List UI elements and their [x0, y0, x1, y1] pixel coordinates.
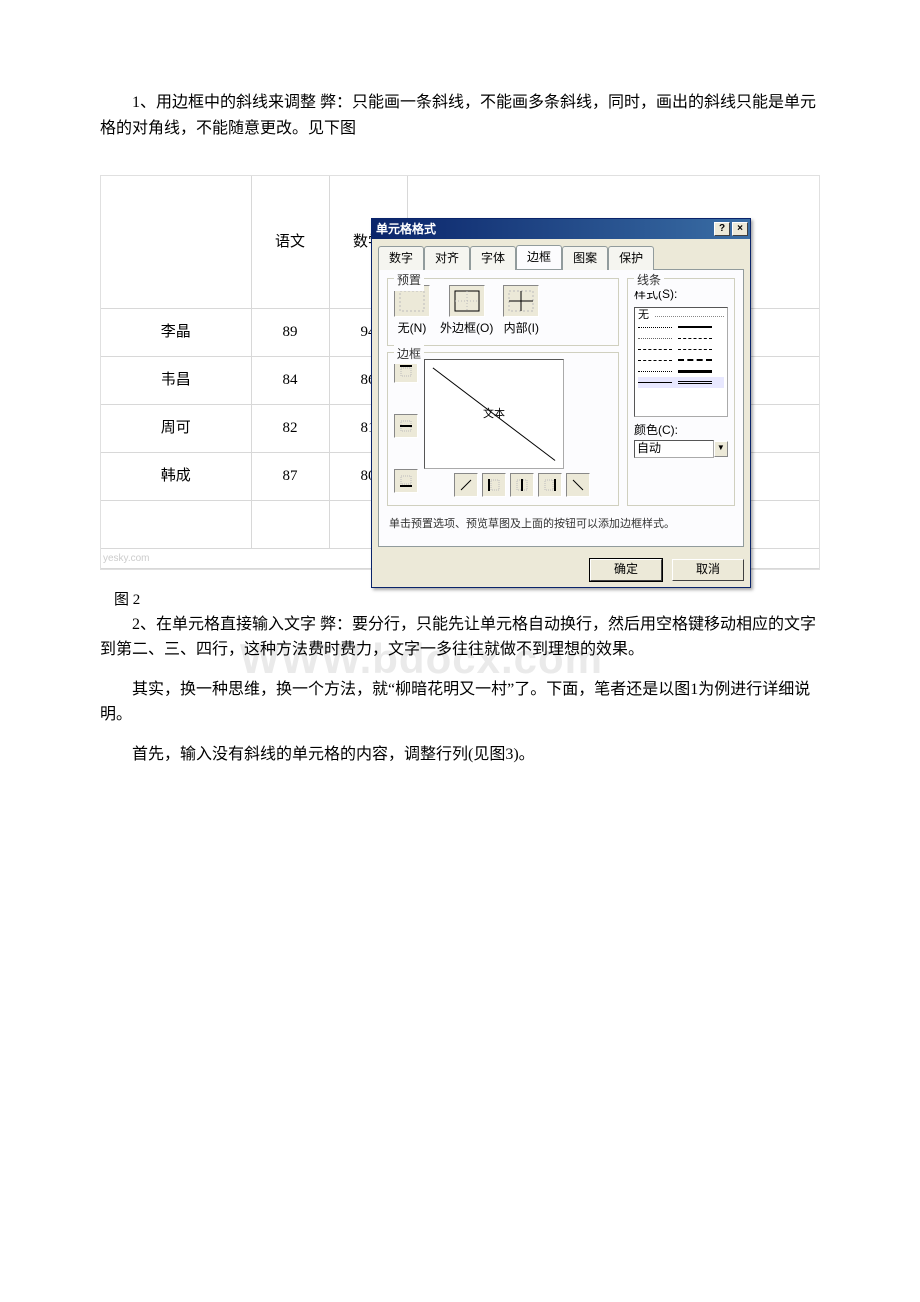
dialog-title: 单元格格式 — [374, 220, 712, 239]
preset-none-label: 无(N) — [398, 319, 427, 338]
name-cell: 韩成 — [101, 452, 251, 500]
color-value: 自动 — [637, 439, 661, 458]
tab-number[interactable]: 数字 — [378, 246, 424, 270]
border-right-button[interactable] — [538, 473, 562, 497]
preset-legend: 预置 — [394, 271, 424, 290]
close-button[interactable]: × — [732, 222, 748, 236]
spreadsheet-figure: 语文 数学 李晶 89 94 韦昌 84 86 周可 — [100, 175, 820, 570]
tab-font[interactable]: 字体 — [470, 246, 516, 270]
score-cell: 84 — [251, 356, 329, 404]
tab-border[interactable]: 边框 — [516, 245, 562, 269]
figure-caption: 图 2 — [114, 588, 820, 612]
paragraph-4: 首先，输入没有斜线的单元格的内容，调整行列(见图3)。 — [100, 742, 820, 768]
color-label: 颜色(C): — [634, 421, 728, 440]
paragraph-1: 1、用边框中的斜线来调整 弊：只能画一条斜线，不能画多条斜线，同时，画出的斜线只… — [100, 90, 820, 141]
tab-pattern[interactable]: 图案 — [562, 246, 608, 270]
name-cell: 周可 — [101, 404, 251, 452]
col-header-chinese: 语文 — [251, 176, 329, 308]
preset-outline-button[interactable] — [449, 285, 485, 317]
border-legend: 边框 — [394, 345, 424, 364]
cancel-button[interactable]: 取消 — [672, 559, 744, 581]
color-select[interactable]: 自动 — [634, 440, 714, 458]
cell-format-dialog: 单元格格式 ? × 数字 对齐 字体 边框 图案 保护 预 — [371, 218, 751, 588]
style-none[interactable]: 无 — [638, 307, 649, 325]
preset-group: 预置 无(N) — [387, 278, 619, 345]
preset-outline-label: 外边框(O) — [440, 319, 493, 338]
diagonal-header-cell — [101, 176, 251, 308]
border-group: 边框 — [387, 352, 619, 506]
name-cell: 李晶 — [101, 308, 251, 356]
border-vmid-button[interactable] — [510, 473, 534, 497]
logo-watermark: yesky.com — [103, 551, 150, 567]
border-preview[interactable]: 文本 — [424, 359, 564, 469]
tab-protection[interactable]: 保护 — [608, 246, 654, 270]
name-cell: 韦昌 — [101, 356, 251, 404]
border-left-button[interactable] — [482, 473, 506, 497]
border-diag-down-button[interactable] — [566, 473, 590, 497]
ok-button[interactable]: 确定 — [590, 559, 662, 581]
border-bottom-button[interactable] — [394, 469, 418, 493]
paragraph-3: 其实，换一种思维，换一个方法，就“柳暗花明又一村”了。下面，笔者还是以图1为例进… — [100, 677, 820, 728]
preset-inside-label: 内部(I) — [504, 319, 539, 338]
preview-text: 文本 — [483, 406, 505, 424]
border-diag-up-button[interactable] — [454, 473, 478, 497]
tab-align[interactable]: 对齐 — [424, 246, 470, 270]
score-cell: 82 — [251, 404, 329, 452]
color-dropdown-arrow[interactable]: ▼ — [714, 441, 728, 457]
border-hmid-button[interactable] — [394, 414, 418, 438]
paragraph-2: 2、在单元格直接输入文字 弊：要分行，只能先让单元格自动换行，然后用空格键移动相… — [100, 612, 820, 663]
help-button[interactable]: ? — [714, 222, 730, 236]
dialog-hint: 单击预置选项、预览草图及上面的按钮可以添加边框样式。 — [387, 512, 735, 538]
preset-inside-button[interactable] — [503, 285, 539, 317]
lines-legend: 线条 — [634, 271, 664, 290]
score-cell: 87 — [251, 452, 329, 500]
lines-group: 线条 样式(S): 无 — [627, 278, 735, 506]
dialog-titlebar[interactable]: 单元格格式 ? × — [372, 219, 750, 239]
score-cell: 89 — [251, 308, 329, 356]
line-style-list[interactable]: 无 — [634, 307, 728, 417]
